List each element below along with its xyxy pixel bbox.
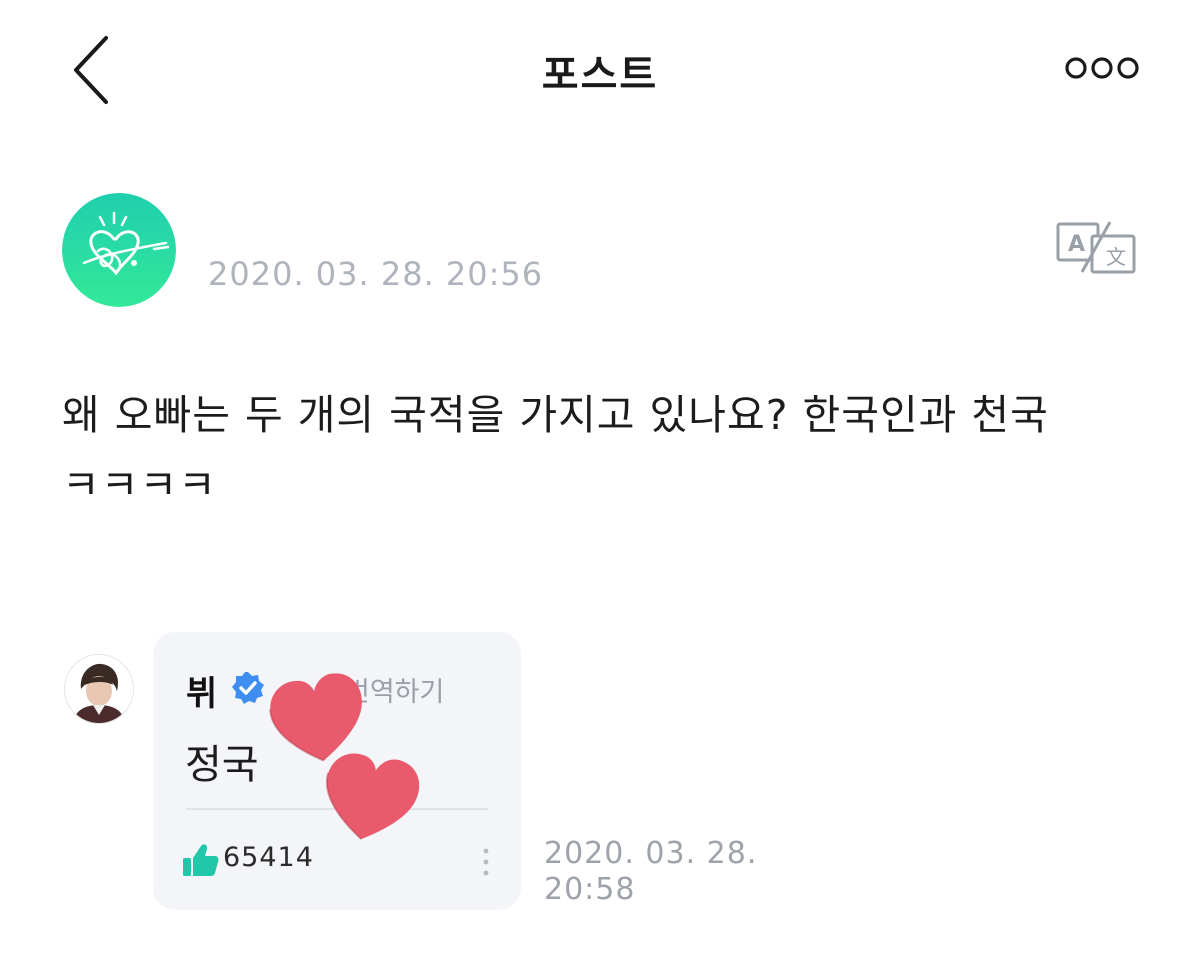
- comment-timestamp-time: 20:58: [544, 872, 636, 907]
- commenter-name[interactable]: 뷔: [186, 666, 217, 715]
- translate-icon: A 文: [1056, 221, 1136, 274]
- comment-text: 정국: [185, 742, 259, 788]
- svg-text:A: A: [1068, 232, 1085, 257]
- more-options-button[interactable]: [1052, 44, 1152, 92]
- vertical-dots-icon: [483, 848, 489, 876]
- heart-signature-logo: [62, 193, 176, 307]
- like-count: 65414: [223, 842, 314, 873]
- comment-timestamp-date: 2020. 03. 28.: [544, 836, 758, 871]
- post-body: 왜 오빠는 두 개의 국적을 가지고 있나요? 한국인과 천국 ㅋㅋㅋㅋ: [62, 391, 1049, 509]
- page-title: 포스트: [541, 52, 659, 98]
- more-horizontal-circles-icon: [1065, 57, 1139, 79]
- commenter-avatar[interactable]: [64, 654, 134, 724]
- heart-sticker-icon: [325, 753, 420, 840]
- commenter-photo: [65, 655, 133, 723]
- comment-timestamp: 2020. 03. 28. 20:58: [544, 836, 757, 908]
- thumbs-up-icon: [183, 844, 219, 876]
- post-timestamp: 2020. 03. 28. 20:56: [208, 255, 544, 293]
- verified-badge-icon: [232, 672, 264, 704]
- translate-button[interactable]: A 文: [1052, 218, 1140, 276]
- like-button[interactable]: [181, 840, 221, 880]
- author-avatar[interactable]: [62, 193, 176, 307]
- comment-menu-button[interactable]: [475, 842, 497, 882]
- svg-text:文: 文: [1106, 245, 1126, 269]
